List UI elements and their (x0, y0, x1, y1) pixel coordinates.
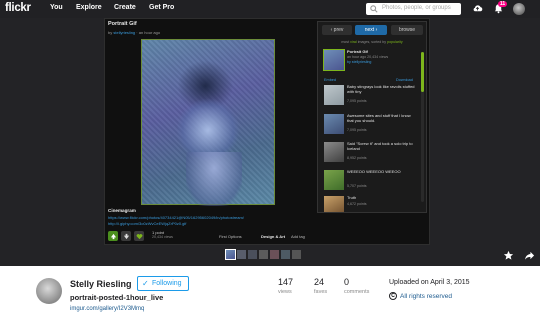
gallery-item[interactable]: Awesome sites and stuff that I know that… (324, 113, 416, 136)
upload-date: Uploaded on April 3, 2015 (389, 279, 470, 286)
flickr-logo[interactable]: flickr (5, 2, 31, 14)
gallery-item-title: Portrait Gif (347, 49, 368, 54)
caption-part-3: images, sorted by (356, 40, 388, 44)
search-input[interactable]: Photos, people, or groups (366, 3, 461, 15)
nav-you[interactable]: You (50, 4, 63, 11)
gallery-item-meta: 8,952 points (347, 156, 367, 160)
gallery-item-byline: by stellyriesling (347, 60, 372, 64)
filmstrip-thumb-current[interactable] (225, 249, 236, 260)
views-count-small: 20,434 views (152, 235, 173, 239)
gallery-item-title: Truth (347, 196, 357, 200)
caption-viral-link[interactable]: viral (350, 40, 357, 44)
portrait-shading (186, 152, 242, 206)
upvote-button[interactable] (108, 231, 118, 241)
add-tag-button[interactable]: Add tag (291, 234, 305, 239)
gallery-side-panel: ‹ prev next › browse most viral images, … (317, 21, 427, 213)
search-icon (370, 5, 378, 13)
caption-link[interactable]: http://i.giphy.com/3o0zWvCeEWjqZrP0z0.gi… (108, 221, 186, 226)
nav-create[interactable]: Create (114, 4, 136, 11)
search-placeholder: Photos, people, or groups (382, 5, 451, 11)
byline-user-link[interactable]: stellyriesling (113, 30, 135, 35)
user-avatar[interactable] (513, 3, 525, 15)
comments-count: 0 (344, 277, 350, 287)
gallery-item-meta: 5,707 points (347, 184, 367, 188)
side-scrollbar-thumb[interactable] (421, 52, 424, 92)
star-favorite-icon[interactable] (503, 250, 514, 261)
following-button[interactable]: ✓ Following (137, 276, 189, 291)
gallery-thumbnail (324, 114, 344, 134)
filmstrip-thumb[interactable] (237, 250, 246, 259)
embedded-photo-subtitle: by stellyriesling · an hour ago (108, 30, 161, 35)
following-label: Following (152, 280, 182, 287)
views-count: 147 (278, 277, 294, 287)
caption-title: Cinemagram (108, 208, 136, 213)
gallery-item-meta: 7,095 points (347, 99, 367, 103)
embed-link[interactable]: Embed (324, 78, 336, 82)
arrow-down-icon (123, 233, 129, 239)
category-label[interactable]: Design & Art (261, 234, 285, 239)
gallery-item-meta: 4,672 points (347, 202, 367, 206)
license-link[interactable]: All rights reserved (400, 293, 452, 300)
owner-avatar[interactable] (36, 278, 62, 304)
gallery-item-title: WEEEOO WEEEOO WEEOO (347, 169, 401, 174)
caption-link[interactable]: https://www.flickr.com/photos/40734421@N… (108, 215, 244, 220)
browse-button[interactable]: browse (391, 25, 423, 35)
upload-cloud-icon[interactable] (472, 3, 483, 14)
faves-count: 24 (314, 277, 325, 287)
gallery-item[interactable]: Truth 4,672 points (324, 196, 416, 212)
downvote-button[interactable] (121, 231, 131, 241)
gallery-thumbnail (323, 49, 345, 71)
embedded-lightbox: Portrait Gif by stellyriesling · an hour… (104, 18, 430, 245)
comments-label: comments (344, 289, 370, 295)
arrow-up-icon (110, 233, 116, 239)
gallery-thumbnail (324, 142, 344, 162)
first-options-link[interactable]: First Options (219, 234, 242, 239)
byline-time: an hour ago (138, 30, 161, 35)
portrait-artwork-image[interactable] (141, 39, 275, 206)
caption-popularity-link[interactable]: popularity (387, 40, 403, 44)
checkmark-icon: ✓ (142, 279, 149, 288)
gallery-item[interactable]: Baby stingrays look like ravoils stuffed… (324, 84, 416, 107)
photo-stage: Portrait Gif by stellyriesling · an hour… (0, 18, 540, 266)
gallery-item[interactable]: WEEEOO WEEEOO WEEOO 5,707 points (324, 169, 416, 192)
next-button[interactable]: next › (355, 25, 387, 35)
filmstrip-thumb[interactable] (259, 250, 268, 259)
heart-icon (136, 233, 142, 239)
photo-title: portrait-posted-1hour_live (70, 293, 164, 302)
gallery-item-meta: an hour ago 20,434 views (347, 55, 389, 59)
filmstrip-thumb[interactable] (248, 250, 257, 259)
gallery-item-title: Baby stingrays look like ravoils stuffed… (347, 84, 415, 94)
filmstrip-thumb[interactable] (270, 250, 279, 259)
gallery-item[interactable]: Said "Screw it" and took a solo trip to … (324, 141, 416, 164)
gallery-thumbnail (324, 196, 344, 212)
nav-explore[interactable]: Explore (76, 4, 102, 11)
gallery-item-title: Awesome sites and stuff that I know that… (347, 113, 411, 123)
photo-description-link[interactable]: imgur.com/gallery/I2V3Mmq (70, 306, 144, 312)
byline-prefix: by (108, 30, 113, 35)
gallery-item[interactable]: Portrait Gif an hour ago 20,434 views by… (323, 49, 416, 72)
points-summary: 1 point 20,434 views (152, 230, 173, 239)
share-arrow-icon[interactable] (524, 250, 535, 261)
nav-get-pro[interactable]: Get Pro (149, 4, 174, 11)
owner-name[interactable]: Stelly Riesling (70, 279, 132, 289)
gallery-item-title: Said "Screw it" and took a solo trip to … (347, 141, 413, 151)
prev-button[interactable]: ‹ prev (322, 25, 352, 35)
caption-part-1: most (341, 40, 351, 44)
notification-badge: 11 (498, 1, 507, 7)
gallery-item-meta: 7,095 points (347, 128, 367, 132)
download-link[interactable]: Download (396, 78, 413, 82)
gallery-sort-caption: most viral images, sorted by popularity (322, 40, 422, 44)
gallery-thumbnail (324, 170, 344, 190)
filmstrip-thumb[interactable] (281, 250, 290, 259)
favorite-button[interactable] (134, 231, 144, 241)
photostream-filmstrip (225, 249, 301, 260)
gallery-thumbnail (324, 85, 344, 105)
faves-label: faves (314, 289, 328, 295)
top-navigation-bar: flickr You Explore Create Get Pro Photos… (0, 0, 540, 18)
copyright-icon: C (389, 292, 397, 300)
views-label: views (278, 289, 292, 295)
filmstrip-thumb[interactable] (292, 250, 301, 259)
embedded-photo-title: Portrait Gif (108, 21, 137, 27)
